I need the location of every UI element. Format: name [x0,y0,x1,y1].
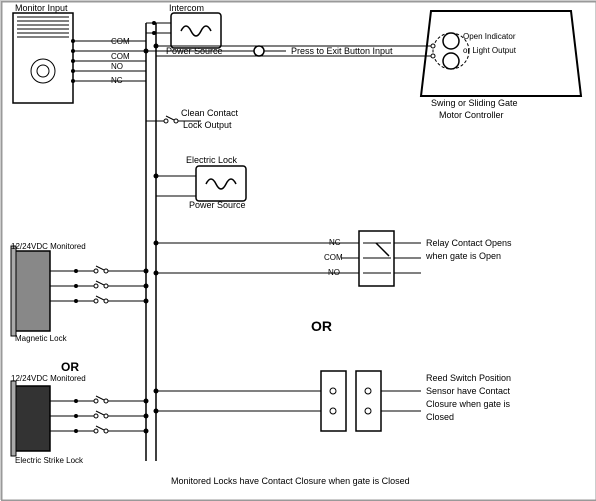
svg-text:Motor Controller: Motor Controller [439,110,504,120]
svg-text:Sensor have Contact: Sensor have Contact [426,386,511,396]
svg-text:12/24VDC Monitored: 12/24VDC Monitored [11,374,86,383]
wiring-diagram: Monitor Input Intercom Power Source Pres… [0,0,596,500]
svg-text:COM: COM [111,37,130,46]
svg-text:NO: NO [111,62,123,71]
svg-text:Closure when gate is: Closure when gate is [426,399,511,409]
svg-text:12/24VDC Monitored: 12/24VDC Monitored [11,242,86,251]
svg-text:Reed Switch Position: Reed Switch Position [426,373,511,383]
svg-text:Monitored Locks have Contact C: Monitored Locks have Contact Closure whe… [171,476,410,486]
svg-text:COM: COM [111,52,130,61]
svg-text:Magnetic Lock: Magnetic Lock [15,334,68,343]
svg-text:Closed: Closed [426,412,454,422]
svg-text:Press to Exit Button Input: Press to Exit Button Input [291,46,393,56]
svg-text:or Light Output: or Light Output [463,46,517,55]
svg-text:COM: COM [324,253,343,262]
svg-text:Power Source: Power Source [189,200,246,210]
svg-text:OR: OR [311,318,332,334]
svg-text:Intercom: Intercom [169,3,204,13]
svg-text:Electric Lock: Electric Lock [186,155,238,165]
svg-text:when gate is Open: when gate is Open [425,251,501,261]
svg-text:Clean Contact: Clean Contact [181,108,239,118]
svg-text:Monitor Input: Monitor Input [15,3,68,13]
svg-text:Swing or Sliding Gate: Swing or Sliding Gate [431,98,518,108]
svg-text:NC: NC [111,76,123,85]
svg-text:Relay Contact Opens: Relay Contact Opens [426,238,512,248]
svg-text:OR: OR [61,360,79,374]
svg-text:Electric Strike Lock: Electric Strike Lock [15,456,84,465]
svg-text:Open Indicator: Open Indicator [463,32,516,41]
